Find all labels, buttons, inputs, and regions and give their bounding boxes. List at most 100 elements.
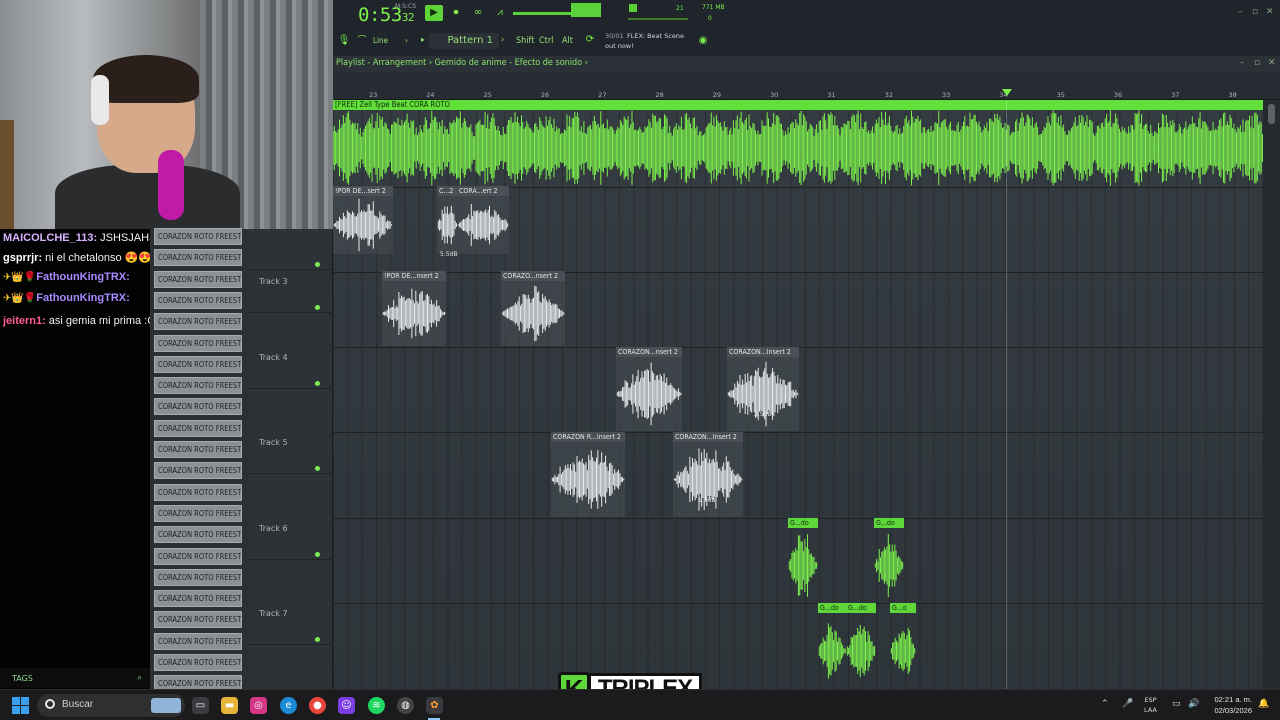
audio-clip[interactable]: [FREE] Zell Type Beat CORA ROTO [333,100,1263,186]
browser-item[interactable]: CORAZON ROTO FREESTYL... [154,270,242,288]
taskbar-search[interactable]: Buscar [37,694,185,717]
clip-title[interactable]: CORA...ert 2 [457,186,509,196]
clip-title[interactable]: G...do [818,603,846,613]
instagram-icon[interactable]: ◎ [250,697,267,714]
audio-clip[interactable]: CORA...ert 2 [457,186,509,254]
master-volume-slider[interactable] [513,12,571,15]
browser-item[interactable]: CORAZON ROTO FREESTYL... [154,441,242,458]
language-indicator[interactable]: ESP LAA [1144,695,1157,715]
track-mute-led[interactable] [315,552,320,557]
close-icon[interactable]: ✕ [1266,7,1274,17]
taskbar-clock[interactable]: 02:21 a. m. 02/03/2026 [1204,694,1252,716]
clip-title[interactable]: G...o [890,603,916,613]
record-button[interactable]: ⏺ [447,5,465,21]
pattern-prev-icon[interactable]: ▸ [421,35,425,44]
browser-item[interactable]: CORAZON ROTO FREESTYL... [154,355,242,373]
scrollbar-thumb[interactable] [1268,104,1275,124]
mic-icon[interactable]: 🎙 [337,33,351,49]
playlist-arrangement[interactable]: [FREE] Zell Type Beat CORA ROTO !POR DE..… [333,100,1263,689]
track-label[interactable]: Track 6 [259,524,288,533]
browser-item[interactable]: CORAZON ROTO FREESTYL... [154,568,242,586]
audio-clip[interactable]: !POR DE...sert 2 [333,186,393,254]
windows-start-icon[interactable] [12,697,29,714]
audio-clip[interactable]: G...do [846,603,876,689]
browser-item[interactable]: CORAZON ROTO FREESTYL... [154,590,242,608]
timeline-ruler[interactable]: 23 24 25 26 27 28 29 30 31 32 33 34 35 36 37 38 [333,72,1280,100]
browser-item[interactable]: CORAZON ROTO FREESTYL... [154,632,242,650]
alt-button[interactable]: Alt [562,36,573,46]
playlist-close-icon[interactable]: ✕ [1268,58,1276,68]
clip-title[interactable]: CORAZON...Insert 2 [673,432,743,442]
chat-username[interactable]: jeitern1: [3,315,46,327]
browser-item[interactable]: CORAZON ROTO FREESTYL... [154,249,242,267]
tag-icon[interactable]: ⌕ [138,673,142,683]
tray-mic-icon[interactable]: 🎤 [1122,699,1133,709]
discord-icon[interactable]: ☺ [338,697,355,714]
audio-clip[interactable]: C...2 [437,186,457,254]
track-mute-led[interactable] [315,466,320,471]
notifications-icon[interactable]: 🔔 [1258,699,1269,709]
audio-clip[interactable]: G...do [874,518,904,603]
browser-item[interactable]: CORAZON ROTO FREESTYL... [154,483,242,501]
clip-title[interactable]: G...do [846,603,876,613]
minimize-icon[interactable]: – [1238,7,1243,17]
loop-icon[interactable]: ∞ [469,5,487,21]
clip-title[interactable]: [FREE] Zell Type Beat CORA ROTO [333,100,1263,110]
audio-clip[interactable]: G...do [788,518,818,603]
snap-icon[interactable]: ⌒ [356,33,368,49]
chat-username[interactable]: FathounKingTRX: [36,271,129,283]
audio-clip[interactable]: CORAZON...Insert 2 [727,347,799,431]
fl-studio-icon[interactable]: ✿ [426,697,443,714]
browser-item[interactable]: CORAZON ROTO FREESTYL... [154,462,242,480]
obs-icon[interactable]: ◍ [397,697,414,714]
track-label[interactable]: Track 3 [259,277,288,286]
volume-icon[interactable]: 🔊 [1188,699,1199,709]
file-explorer-icon[interactable]: ▬ [221,697,238,714]
browser-item[interactable]: CORAZON ROTO FREESTYL... [154,611,242,629]
clip-title[interactable]: G...do [874,518,904,528]
clip-title[interactable]: CORAZON...Insert 2 [727,347,799,357]
clip-title[interactable]: !POR DE...sert 2 [333,186,393,196]
clip-title[interactable]: G...do [788,518,818,528]
tray-chevron-icon[interactable]: ⌃ [1101,699,1109,709]
playhead-marker[interactable] [1002,89,1012,96]
pattern-next-icon[interactable]: › [501,35,504,45]
play-button[interactable]: ▶ [425,5,443,21]
spotify-icon[interactable]: ≋ [368,697,385,714]
ctrl-button[interactable]: Ctrl [539,36,553,46]
chat-username[interactable]: MAICOLCHE_113: [3,232,97,244]
audio-clip[interactable]: G...do [818,603,846,689]
browser-item[interactable]: CORAZON ROTO FREESTYL... [154,334,242,352]
shift-button[interactable]: Shift [516,36,534,46]
browser-item[interactable]: CORAZON ROTO FREESTYL... [154,228,242,245]
audio-clip[interactable]: !POR DE...nsert 2 [382,271,446,346]
audio-clip[interactable]: G...o [890,603,916,689]
chat-username[interactable]: FathounKingTRX: [36,292,129,304]
track-mute-led[interactable] [315,262,320,267]
metronome-icon[interactable]: ⩘ [491,5,509,21]
clip-title[interactable]: C...2 [437,186,457,196]
news-title[interactable]: FLEX: Beat Scene [627,32,684,40]
playlist-scrollbar[interactable] [1263,100,1280,689]
playlist-minimize-icon[interactable]: – [1240,58,1245,68]
audio-clip[interactable]: CORAZO...nsert 2 [501,271,565,346]
chrome-icon[interactable]: ● [309,697,326,714]
clip-title[interactable]: CORAZON...nsert 2 [616,347,682,357]
playlist-breadcrumb[interactable]: Playlist - Arrangement › Gemido de anime… [336,58,588,68]
clip-title[interactable]: !POR DE...nsert 2 [382,271,446,281]
browser-item[interactable]: CORAZON ROTO FREESTYL... [154,291,242,309]
track-label[interactable]: Track 5 [259,438,288,447]
audio-clip[interactable]: CORAZON R...Insert 2 [551,432,625,517]
edge-icon[interactable]: e [280,697,297,714]
browser-item[interactable]: CORAZON ROTO FREESTYL... [154,313,242,331]
track-mute-led[interactable] [315,637,320,642]
pattern-selector[interactable]: Pattern 1 [429,33,499,49]
browser-item[interactable]: CORAZON ROTO FREESTYL... [154,504,242,522]
track-label[interactable]: Track 7 [259,609,288,618]
audio-clip[interactable]: CORAZON...nsert 2 [616,347,682,431]
snap-arrow-icon[interactable]: › [405,36,408,45]
maximize-icon[interactable]: ▫ [1252,7,1258,17]
snap-mode[interactable]: Line [373,36,388,45]
track-label[interactable]: Track 4 [259,353,288,362]
browser-item[interactable]: CORAZON ROTO FREESTYL... [154,654,242,671]
